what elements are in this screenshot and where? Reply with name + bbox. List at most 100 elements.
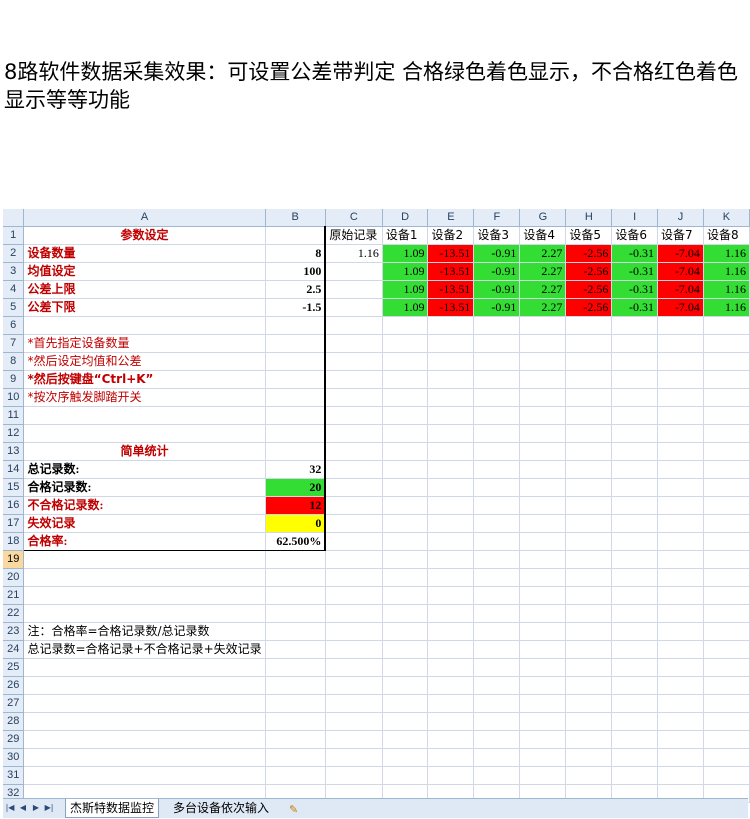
cell[interactable]: [565, 514, 613, 533]
cell[interactable]: [325, 280, 383, 299]
cell[interactable]: [325, 748, 383, 767]
cell[interactable]: [565, 496, 613, 515]
row-header[interactable]: 26: [3, 676, 25, 695]
cell[interactable]: [519, 712, 567, 731]
device-value[interactable]: -2.56: [565, 262, 613, 281]
cell[interactable]: [265, 766, 326, 785]
cell[interactable]: [703, 514, 750, 533]
note-text[interactable]: *然后按键盘“Ctrl+K”: [23, 370, 266, 389]
cell[interactable]: [382, 514, 429, 533]
cell[interactable]: [427, 712, 475, 731]
device-value[interactable]: -0.31: [611, 280, 658, 299]
device-value[interactable]: 1.09: [382, 262, 429, 281]
device-value[interactable]: -13.51: [427, 262, 475, 281]
cell[interactable]: [703, 604, 750, 623]
cell[interactable]: [23, 748, 266, 767]
cell[interactable]: [473, 748, 521, 767]
cell[interactable]: [657, 604, 704, 623]
cell[interactable]: [565, 478, 613, 497]
cell[interactable]: [703, 586, 750, 605]
cell[interactable]: [265, 388, 327, 407]
first-sheet-icon[interactable]: |◀: [5, 802, 15, 814]
cell[interactable]: [23, 712, 266, 731]
cell[interactable]: [265, 406, 327, 425]
row-header[interactable]: 4: [3, 280, 25, 299]
cell[interactable]: [611, 532, 658, 551]
cell[interactable]: [473, 568, 521, 587]
cell[interactable]: [611, 460, 658, 479]
cell[interactable]: [325, 712, 383, 731]
column-header[interactable]: C: [325, 209, 383, 227]
cell[interactable]: [325, 424, 383, 443]
cell[interactable]: [427, 370, 475, 389]
cell[interactable]: [265, 352, 327, 371]
cell[interactable]: [565, 352, 613, 371]
cell[interactable]: [265, 640, 326, 659]
cell[interactable]: [519, 514, 567, 533]
cell[interactable]: [473, 550, 521, 569]
cell[interactable]: [519, 694, 567, 713]
cell[interactable]: [23, 424, 266, 443]
cell[interactable]: [611, 316, 658, 335]
cell[interactable]: [565, 388, 613, 407]
cell[interactable]: [473, 388, 521, 407]
cell[interactable]: [565, 334, 613, 353]
row-header[interactable]: 15: [3, 478, 25, 497]
cell[interactable]: [519, 532, 567, 551]
cell[interactable]: [519, 406, 567, 425]
cell[interactable]: [382, 496, 429, 515]
cell[interactable]: [473, 712, 521, 731]
cell[interactable]: [382, 640, 429, 659]
last-sheet-icon[interactable]: ▶|: [44, 802, 54, 814]
cell[interactable]: [565, 550, 613, 569]
cell[interactable]: [657, 730, 704, 749]
row-header[interactable]: 5: [3, 298, 25, 317]
cell[interactable]: [519, 424, 567, 443]
cell[interactable]: [611, 640, 658, 659]
cell[interactable]: [427, 532, 475, 551]
stat-value[interactable]: 62.500%: [265, 532, 327, 551]
cell[interactable]: [519, 550, 567, 569]
cell[interactable]: [611, 334, 658, 353]
device-value[interactable]: -0.31: [611, 262, 658, 281]
cell[interactable]: [382, 658, 429, 677]
cell[interactable]: [23, 694, 266, 713]
cell[interactable]: [382, 352, 429, 371]
device-value[interactable]: -2.56: [565, 298, 613, 317]
stat-value[interactable]: 32: [265, 460, 327, 479]
column-header[interactable]: D: [382, 209, 429, 227]
row-header[interactable]: 13: [3, 442, 25, 461]
device-value[interactable]: -0.31: [611, 244, 658, 263]
device-value[interactable]: -13.51: [427, 280, 475, 299]
cell[interactable]: [265, 712, 326, 731]
cell[interactable]: [23, 586, 266, 605]
cell[interactable]: [427, 514, 475, 533]
column-header[interactable]: G: [519, 209, 567, 227]
cell[interactable]: [427, 478, 475, 497]
cell[interactable]: [565, 622, 613, 641]
row-header[interactable]: 31: [3, 766, 25, 785]
cell[interactable]: [325, 640, 383, 659]
cell[interactable]: [519, 370, 567, 389]
note-text[interactable]: *按次序触发脚踏开关: [23, 388, 266, 407]
cell[interactable]: [382, 694, 429, 713]
cell[interactable]: [565, 730, 613, 749]
cell[interactable]: [265, 550, 326, 569]
device-header[interactable]: 设备3: [473, 226, 521, 245]
cell[interactable]: [265, 604, 326, 623]
param-label[interactable]: 设备数量: [23, 244, 266, 263]
cell[interactable]: [473, 586, 521, 605]
stat-label[interactable]: 不合格记录数:: [23, 496, 266, 515]
cell[interactable]: [519, 604, 567, 623]
cell[interactable]: [611, 586, 658, 605]
cell[interactable]: [657, 712, 704, 731]
device-value[interactable]: 2.27: [519, 298, 567, 317]
cell[interactable]: [427, 748, 475, 767]
cell[interactable]: [427, 766, 475, 785]
cell[interactable]: [703, 496, 750, 515]
device-value[interactable]: -2.56: [565, 244, 613, 263]
cell[interactable]: [657, 676, 704, 695]
column-header[interactable]: E: [427, 209, 475, 227]
cell[interactable]: [565, 424, 613, 443]
cell[interactable]: [265, 622, 326, 641]
